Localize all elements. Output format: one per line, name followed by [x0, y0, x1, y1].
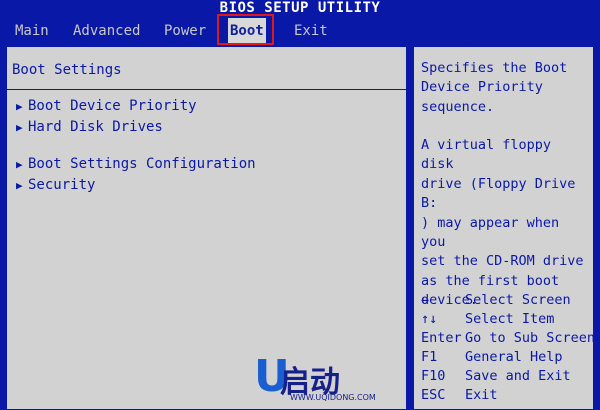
key-f1: F1: [421, 349, 438, 365]
menu-item-label: Boot Settings Configuration: [28, 156, 256, 172]
tab-boot[interactable]: Boot: [228, 18, 266, 44]
tab-exit[interactable]: Exit: [292, 18, 330, 44]
left-right-arrow-icon: ↔: [421, 292, 430, 308]
watermark-logo: U 启动 WWW.UQIDONG.COM: [254, 351, 376, 407]
key-hint-label: Save and Exit: [465, 368, 571, 384]
key-enter: Enter: [421, 330, 462, 346]
menu-item-label: Hard Disk Drives: [28, 119, 163, 135]
key-hint-label: Exit: [465, 387, 498, 403]
help-line: ) may appear when you: [421, 214, 560, 251]
submenu-arrow-icon: ▶: [16, 121, 23, 134]
help-line: drive (Floppy Drive B:: [421, 175, 576, 212]
key-hint-label: Select Screen: [465, 292, 571, 308]
key-hint-sub-screen: Enter Go to Sub Screen: [421, 329, 596, 347]
key-hint-label: General Help: [465, 349, 563, 365]
submenu-arrow-icon: ▶: [16, 100, 23, 113]
help-line: Device Priority: [421, 79, 543, 96]
watermark-url: WWW.UQIDONG.COM: [290, 393, 376, 402]
help-line: as the first boot: [421, 272, 560, 289]
help-note: A virtual floppy disk drive (Floppy Driv…: [421, 136, 591, 311]
menu-item-security[interactable]: ▶ Security: [16, 177, 95, 193]
key-hint-label: Select Item: [465, 311, 555, 327]
key-hint-select-item: ↑↓ Select Item: [421, 310, 593, 328]
help-panel: Specifies the Boot Device Priority seque…: [413, 46, 596, 410]
section-title: Boot Settings: [12, 62, 122, 78]
menu-bar: Main Advanced Power Boot Exit: [0, 18, 600, 44]
key-hint-label: Go to Sub Screen: [465, 330, 596, 346]
menu-item-boot-device-priority[interactable]: ▶ Boot Device Priority: [16, 98, 197, 114]
window-title: BIOS SETUP UTILITY: [219, 0, 381, 16]
help-line: sequence.: [421, 98, 495, 115]
help-line: A virtual floppy disk: [421, 137, 552, 173]
key-hint-general-help: F1 General Help: [421, 348, 593, 366]
up-down-arrow-icon: ↑↓: [421, 311, 438, 327]
key-hint-select-screen: ↔ Select Screen: [421, 291, 593, 309]
tab-power[interactable]: Power: [162, 18, 208, 44]
help-line: Specifies the Boot: [421, 60, 568, 76]
tab-advanced[interactable]: Advanced: [71, 18, 142, 44]
submenu-arrow-icon: ▶: [16, 158, 23, 171]
help-line: set the CD-ROM drive: [421, 253, 584, 270]
key-hint-exit: ESC Exit: [421, 386, 593, 404]
menu-item-label: Security: [28, 177, 96, 193]
key-f10: F10: [421, 368, 446, 384]
menu-item-hard-disk-drives[interactable]: ▶ Hard Disk Drives: [16, 119, 163, 135]
menu-item-boot-settings-configuration[interactable]: ▶ Boot Settings Configuration: [16, 156, 256, 172]
key-hint-save-exit: F10 Save and Exit: [421, 367, 593, 385]
menu-item-label: Boot Device Priority: [28, 98, 197, 114]
section-divider: [6, 89, 407, 90]
submenu-arrow-icon: ▶: [16, 179, 23, 192]
help-description: Specifies the Boot Device Priority seque…: [421, 59, 591, 117]
key-esc: ESC: [421, 387, 446, 403]
tab-main[interactable]: Main: [13, 18, 51, 44]
